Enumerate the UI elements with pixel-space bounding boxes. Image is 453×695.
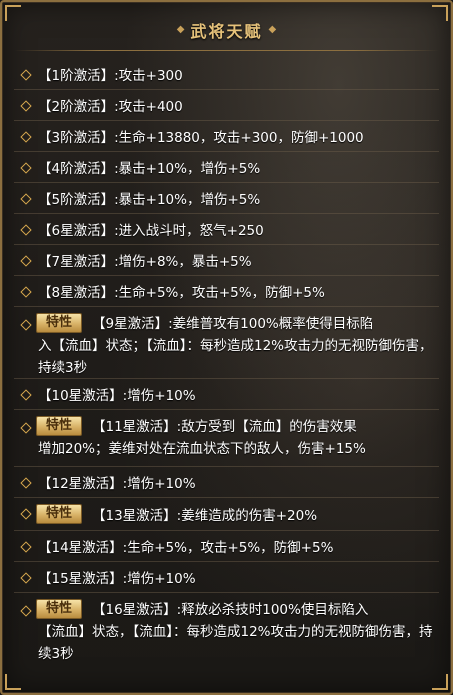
trait-badge: 特性 [36,313,82,333]
talent-text: 【6星激活】:进入战斗时，怒气+250 [38,223,264,239]
talent-text: 【11星激活】:敌方受到【流血】的伤害效果 增加20%；姜维对处在流血状态下的敌… [38,416,366,460]
talent-row: 【5阶激活】:暴击+10%，增伤+5% [14,183,439,214]
talent-text: 【12星激活】:增伤+10% [38,476,196,492]
corner-ornament [432,674,448,690]
diamond-bullet-icon [20,605,32,617]
talent-row: 【3阶激活】:生命+13880，攻击+300，防御+1000 [14,121,439,152]
diamond-bullet-icon [20,100,32,112]
diamond-bullet-icon [20,319,32,331]
talent-text: 【4阶激活】:暴击+10%，增伤+5% [38,161,261,177]
talent-row-special: 特性 【16星激活】:释放必杀技时100%使目标陷入 【流血】状态，【流血】：每… [14,593,439,665]
divider [14,50,439,51]
talent-text-line1: 【9星激活】:姜维普攻有100%概率使得目标陷 [92,316,374,332]
talent-text: 【1阶激活】:攻击+300 [38,68,183,84]
talent-text-line1: 【11星激活】:敌方受到【流血】的伤害效果 [92,419,357,435]
talent-text-line1: 【13星激活】:姜维造成的伤害+20% [92,508,318,524]
diamond-bullet-icon [20,224,32,236]
diamond-bullet-icon [20,193,32,205]
diamond-bullet-icon [20,508,32,520]
talent-text: 【8星激活】:生命+5%，攻击+5%，防御+5% [38,285,325,301]
talent-row-special: 特性 【13星激活】:姜维造成的伤害+20% [14,498,439,531]
trait-badge: 特性 [36,504,82,524]
talent-text-rest: 增加20%；姜维对处在流血状态下的敌人，伤害+15% [38,441,366,457]
diamond-bullet-icon [20,572,32,584]
panel-title: 武将天赋 [190,21,263,41]
diamond-bullet-icon [20,541,32,553]
corner-ornament [5,674,21,690]
diamond-bullet-icon [20,255,32,267]
talent-text: 【9星激活】:姜维普攻有100%概率使得目标陷 入【流血】状态；【流血】：每秒造… [38,313,433,379]
diamond-bullet-icon [20,286,32,298]
talent-row: 【8星激活】:生命+5%，攻击+5%，防御+5% [14,276,439,307]
diamond-bullet-icon [20,69,32,81]
talent-list: 【1阶激活】:攻击+300 【2阶激活】:攻击+400 【3阶激活】:生命+13… [14,59,439,665]
talent-row: 【12星激活】:增伤+10% [14,467,439,498]
diamond-bullet-icon [20,422,32,434]
talent-text: 【10星激活】:增伤+10% [38,388,196,404]
talent-text: 【14星激活】:生命+5%，攻击+5%，防御+5% [38,540,334,556]
talent-text-rest: 【流血】状态，【流血】：每秒造成12%攻击力的无视防御伤害，持续3秒 [38,624,433,662]
talent-text: 【16星激活】:释放必杀技时100%使目标陷入 【流血】状态，【流血】：每秒造成… [38,599,433,665]
ornament-icon: ◆ [176,24,185,35]
talent-row: 【4阶激活】:暴击+10%，增伤+5% [14,152,439,183]
diamond-bullet-icon [20,162,32,174]
talent-row: 【10星激活】:增伤+10% [14,379,439,410]
diamond-bullet-icon [20,477,32,489]
trait-badge: 特性 [36,599,82,619]
talent-text: 【2阶激活】:攻击+400 [38,99,183,115]
talent-row: 【1阶激活】:攻击+300 [14,59,439,90]
talent-text-rest: 入【流血】状态；【流血】：每秒造成12%攻击力的无视防御伤害，持续3秒 [38,338,433,376]
talent-text-line1: 【16星激活】:释放必杀技时100%使目标陷入 [92,602,369,618]
trait-badge: 特性 [36,416,82,436]
talent-row-special: 特性 【11星激活】:敌方受到【流血】的伤害效果 增加20%；姜维对处在流血状态… [14,410,439,467]
diamond-bullet-icon [20,131,32,143]
talent-row-special: 特性 【9星激活】:姜维普攻有100%概率使得目标陷 入【流血】状态；【流血】：… [14,307,439,379]
talent-row: 【15星激活】:增伤+10% [14,562,439,593]
talent-row: 【14星激活】:生命+5%，攻击+5%，防御+5% [14,531,439,562]
talent-panel: ◆ 武将天赋 ◆ 【1阶激活】:攻击+300 【2阶激活】:攻击+400 【3阶… [0,0,453,695]
talent-row: 【6星激活】:进入战斗时，怒气+250 [14,214,439,245]
diamond-bullet-icon [20,389,32,401]
talent-text: 【7星激活】:增伤+8%，暴击+5% [38,254,252,270]
talent-row: 【2阶激活】:攻击+400 [14,90,439,121]
talent-text: 【3阶激活】:生命+13880，攻击+300，防御+1000 [38,130,364,146]
talent-text: 【5阶激活】:暴击+10%，增伤+5% [38,192,261,208]
panel-header: ◆ 武将天赋 ◆ [2,2,451,57]
ornament-icon: ◆ [268,24,277,35]
talent-row: 【7星激活】:增伤+8%，暴击+5% [14,245,439,276]
talent-text: 【15星激活】:增伤+10% [38,571,196,587]
